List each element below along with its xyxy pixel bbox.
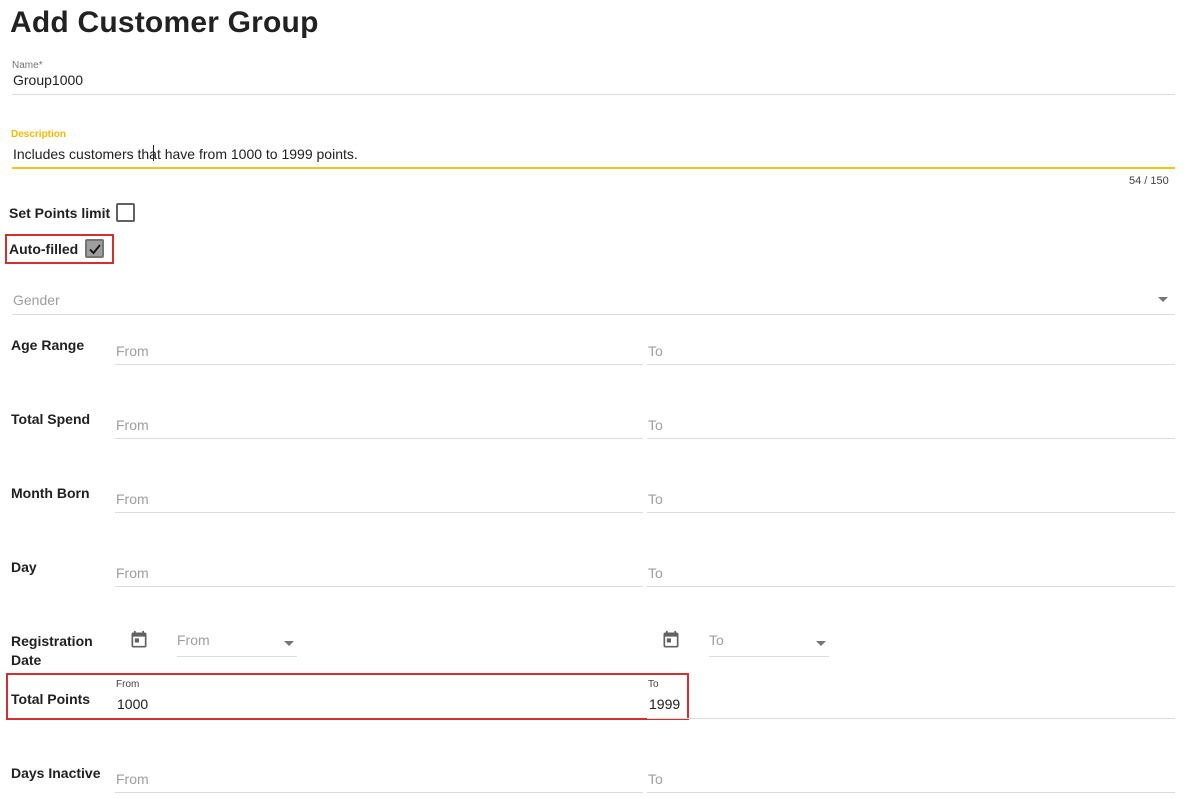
registration-from-dropdown-icon[interactable] (284, 641, 294, 646)
month-born-to-underline (647, 512, 1175, 513)
day-from-underline (115, 586, 643, 587)
set-points-limit-checkbox[interactable] (116, 203, 135, 222)
calendar-from-icon[interactable] (129, 630, 149, 650)
registration-date-from-select[interactable]: From (177, 632, 210, 648)
day-to-input[interactable]: To (648, 565, 663, 581)
auto-filled-label: Auto-filled (9, 241, 79, 257)
day-from-input[interactable]: From (116, 565, 149, 581)
days-inactive-from-input[interactable]: From (116, 771, 149, 787)
auto-filled-checkbox[interactable] (85, 239, 104, 258)
set-points-limit-label: Set Points limit (9, 205, 111, 221)
days-inactive-label: Days Inactive (11, 765, 101, 781)
total-points-from-label: From (116, 679, 140, 690)
total-points-label: Total Points (11, 691, 91, 707)
age-range-from-underline (115, 364, 643, 365)
registration-to-dropdown-icon[interactable] (816, 641, 826, 646)
total-spend-from-underline (115, 438, 643, 439)
name-underline (12, 94, 1175, 95)
day-label: Day (11, 559, 37, 575)
month-born-from-underline (115, 512, 643, 513)
name-field-label: Name* (12, 60, 43, 71)
registration-from-underline (177, 656, 297, 657)
description-input[interactable]: Includes customers that have from 1000 t… (13, 146, 358, 162)
page-title: Add Customer Group (10, 6, 319, 39)
days-inactive-from-underline (115, 792, 643, 793)
days-inactive-to-underline (647, 792, 1175, 793)
description-counter: 54 / 150 (1129, 175, 1169, 187)
calendar-to-icon[interactable] (661, 630, 681, 650)
total-spend-from-input[interactable]: From (116, 417, 149, 433)
total-spend-label: Total Spend (11, 411, 91, 427)
total-points-to-input[interactable]: 1999 (649, 696, 680, 712)
registration-to-underline (709, 656, 829, 657)
total-spend-to-underline (647, 438, 1175, 439)
registration-date-label: Registration Date (11, 633, 93, 668)
total-points-to-label: To (648, 679, 659, 690)
gender-dropdown-icon[interactable] (1158, 297, 1168, 302)
gender-select[interactable]: Gender (13, 292, 60, 308)
registration-date-to-select[interactable]: To (709, 632, 724, 648)
day-to-underline (647, 586, 1175, 587)
check-icon (89, 244, 101, 255)
gender-underline (12, 314, 1175, 315)
age-range-to-underline (647, 364, 1175, 365)
description-label: Description (11, 129, 67, 140)
total-points-highlight (6, 673, 689, 720)
total-points-to-underline (647, 718, 1175, 719)
age-range-from-input[interactable]: From (116, 343, 149, 359)
name-input[interactable]: Group1000 (13, 72, 83, 88)
month-born-label: Month Born (11, 485, 90, 501)
total-points-from-input[interactable]: 1000 (117, 696, 148, 712)
month-born-from-input[interactable]: From (116, 491, 149, 507)
month-born-to-input[interactable]: To (648, 491, 663, 507)
days-inactive-to-input[interactable]: To (648, 771, 663, 787)
age-range-label: Age Range (11, 337, 85, 353)
description-underline (12, 167, 1175, 169)
text-cursor (153, 145, 154, 161)
total-spend-to-input[interactable]: To (648, 417, 663, 433)
age-range-to-input[interactable]: To (648, 343, 663, 359)
